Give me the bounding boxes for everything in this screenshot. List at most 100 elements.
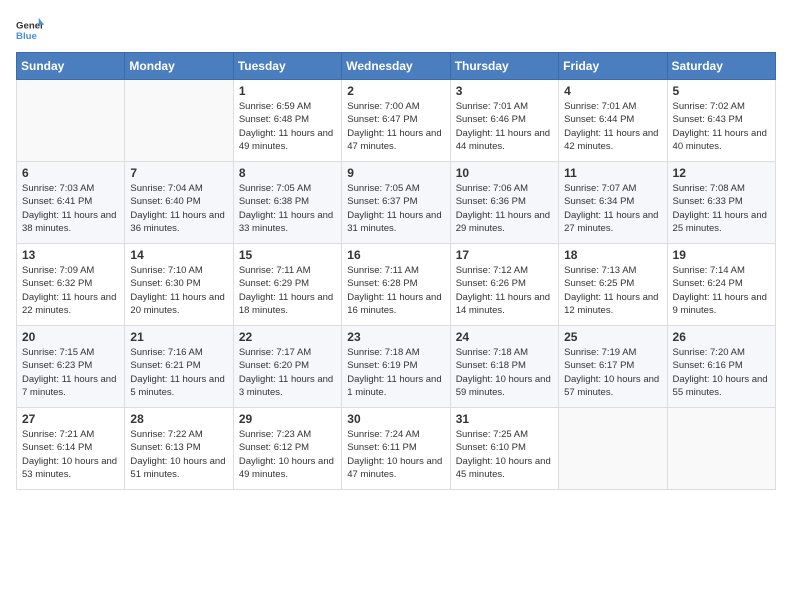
weekday-thursday: Thursday bbox=[450, 53, 558, 80]
day-info: Sunrise: 6:59 AM Sunset: 6:48 PM Dayligh… bbox=[239, 100, 336, 153]
day-info: Sunrise: 7:24 AM Sunset: 6:11 PM Dayligh… bbox=[347, 428, 444, 481]
calendar-cell: 31 Sunrise: 7:25 AM Sunset: 6:10 PM Dayli… bbox=[450, 408, 558, 490]
calendar-cell: 10 Sunrise: 7:06 AM Sunset: 6:36 PM Dayli… bbox=[450, 162, 558, 244]
weekday-friday: Friday bbox=[559, 53, 667, 80]
day-info: Sunrise: 7:01 AM Sunset: 6:44 PM Dayligh… bbox=[564, 100, 661, 153]
calendar-cell: 24 Sunrise: 7:18 AM Sunset: 6:18 PM Dayli… bbox=[450, 326, 558, 408]
day-info: Sunrise: 7:04 AM Sunset: 6:40 PM Dayligh… bbox=[130, 182, 227, 235]
day-info: Sunrise: 7:19 AM Sunset: 6:17 PM Dayligh… bbox=[564, 346, 661, 399]
calendar-week-4: 20 Sunrise: 7:15 AM Sunset: 6:23 PM Dayli… bbox=[17, 326, 776, 408]
calendar-cell: 5 Sunrise: 7:02 AM Sunset: 6:43 PM Daylig… bbox=[667, 80, 775, 162]
day-info: Sunrise: 7:03 AM Sunset: 6:41 PM Dayligh… bbox=[22, 182, 119, 235]
calendar-cell: 12 Sunrise: 7:08 AM Sunset: 6:33 PM Dayli… bbox=[667, 162, 775, 244]
calendar-cell: 15Sunrise: 7:11 AM Sunset: 6:29 PM Dayli… bbox=[233, 244, 341, 326]
day-info: Sunrise: 7:12 AM Sunset: 6:26 PM Dayligh… bbox=[456, 264, 553, 317]
day-number: 20 bbox=[22, 330, 119, 344]
page-header: General Blue bbox=[16, 16, 776, 44]
day-info: Sunrise: 7:22 AM Sunset: 6:13 PM Dayligh… bbox=[130, 428, 227, 481]
day-number: 30 bbox=[347, 412, 444, 426]
day-number: 10 bbox=[456, 166, 553, 180]
calendar-cell: 19 Sunrise: 7:14 AM Sunset: 6:24 PM Dayli… bbox=[667, 244, 775, 326]
weekday-sunday: Sunday bbox=[17, 53, 125, 80]
calendar-cell: 6 Sunrise: 7:03 AM Sunset: 6:41 PM Daylig… bbox=[17, 162, 125, 244]
day-info: Sunrise: 7:14 AM Sunset: 6:24 PM Dayligh… bbox=[673, 264, 770, 317]
calendar-cell bbox=[17, 80, 125, 162]
day-info: Sunrise: 7:16 AM Sunset: 6:21 PM Dayligh… bbox=[130, 346, 227, 399]
day-number: 15 bbox=[239, 248, 336, 262]
weekday-saturday: Saturday bbox=[667, 53, 775, 80]
calendar-cell: 29Sunrise: 7:23 AM Sunset: 6:12 PM Dayli… bbox=[233, 408, 341, 490]
day-info: Sunrise: 7:21 AM Sunset: 6:14 PM Dayligh… bbox=[22, 428, 119, 481]
day-info: Sunrise: 7:07 AM Sunset: 6:34 PM Dayligh… bbox=[564, 182, 661, 235]
calendar-cell: 8 Sunrise: 7:05 AM Sunset: 6:38 PM Daylig… bbox=[233, 162, 341, 244]
calendar-cell: 13 Sunrise: 7:09 AM Sunset: 6:32 PM Dayli… bbox=[17, 244, 125, 326]
day-info: Sunrise: 7:10 AM Sunset: 6:30 PM Dayligh… bbox=[130, 264, 227, 317]
calendar-week-1: 1 Sunrise: 6:59 AM Sunset: 6:48 PM Daylig… bbox=[17, 80, 776, 162]
calendar-cell: 18Sunrise: 7:13 AM Sunset: 6:25 PM Dayli… bbox=[559, 244, 667, 326]
day-number: 28 bbox=[130, 412, 227, 426]
calendar-cell: 23 Sunrise: 7:18 AM Sunset: 6:19 PM Dayli… bbox=[342, 326, 450, 408]
calendar-week-3: 13 Sunrise: 7:09 AM Sunset: 6:32 PM Dayli… bbox=[17, 244, 776, 326]
day-number: 8 bbox=[239, 166, 336, 180]
calendar-cell: 28 Sunrise: 7:22 AM Sunset: 6:13 PM Dayli… bbox=[125, 408, 233, 490]
day-info: Sunrise: 7:06 AM Sunset: 6:36 PM Dayligh… bbox=[456, 182, 553, 235]
calendar-cell bbox=[559, 408, 667, 490]
day-number: 6 bbox=[22, 166, 119, 180]
day-number: 5 bbox=[673, 84, 770, 98]
day-info: Sunrise: 7:05 AM Sunset: 6:37 PM Dayligh… bbox=[347, 182, 444, 235]
day-info: Sunrise: 7:02 AM Sunset: 6:43 PM Dayligh… bbox=[673, 100, 770, 153]
day-info: Sunrise: 7:18 AM Sunset: 6:19 PM Dayligh… bbox=[347, 346, 444, 399]
day-info: Sunrise: 7:17 AM Sunset: 6:20 PM Dayligh… bbox=[239, 346, 336, 399]
calendar-cell: 21 Sunrise: 7:16 AM Sunset: 6:21 PM Dayli… bbox=[125, 326, 233, 408]
calendar-body: 1 Sunrise: 6:59 AM Sunset: 6:48 PM Daylig… bbox=[17, 80, 776, 490]
calendar-cell: 4Sunrise: 7:01 AM Sunset: 6:44 PM Daylig… bbox=[559, 80, 667, 162]
calendar-table: SundayMondayTuesdayWednesdayThursdayFrid… bbox=[16, 52, 776, 490]
day-info: Sunrise: 7:11 AM Sunset: 6:28 PM Dayligh… bbox=[347, 264, 444, 317]
logo: General Blue bbox=[16, 16, 44, 44]
calendar-cell: 22 Sunrise: 7:17 AM Sunset: 6:20 PM Dayli… bbox=[233, 326, 341, 408]
day-number: 24 bbox=[456, 330, 553, 344]
calendar-cell: 25Sunrise: 7:19 AM Sunset: 6:17 PM Dayli… bbox=[559, 326, 667, 408]
day-info: Sunrise: 7:00 AM Sunset: 6:47 PM Dayligh… bbox=[347, 100, 444, 153]
day-number: 1 bbox=[239, 84, 336, 98]
calendar-cell: 2 Sunrise: 7:00 AM Sunset: 6:47 PM Daylig… bbox=[342, 80, 450, 162]
calendar-cell: 20 Sunrise: 7:15 AM Sunset: 6:23 PM Dayli… bbox=[17, 326, 125, 408]
day-number: 17 bbox=[456, 248, 553, 262]
svg-text:Blue: Blue bbox=[16, 31, 37, 42]
day-number: 11 bbox=[564, 166, 661, 180]
day-info: Sunrise: 7:15 AM Sunset: 6:23 PM Dayligh… bbox=[22, 346, 119, 399]
day-number: 12 bbox=[673, 166, 770, 180]
day-number: 18 bbox=[564, 248, 661, 262]
day-number: 3 bbox=[456, 84, 553, 98]
day-info: Sunrise: 7:01 AM Sunset: 6:46 PM Dayligh… bbox=[456, 100, 553, 153]
calendar-cell: 16Sunrise: 7:11 AM Sunset: 6:28 PM Dayli… bbox=[342, 244, 450, 326]
calendar-cell: 30 Sunrise: 7:24 AM Sunset: 6:11 PM Dayli… bbox=[342, 408, 450, 490]
day-info: Sunrise: 7:05 AM Sunset: 6:38 PM Dayligh… bbox=[239, 182, 336, 235]
calendar-cell: 27 Sunrise: 7:21 AM Sunset: 6:14 PM Dayli… bbox=[17, 408, 125, 490]
day-number: 14 bbox=[130, 248, 227, 262]
day-number: 23 bbox=[347, 330, 444, 344]
weekday-monday: Monday bbox=[125, 53, 233, 80]
day-number: 22 bbox=[239, 330, 336, 344]
day-number: 2 bbox=[347, 84, 444, 98]
calendar-cell: 17 Sunrise: 7:12 AM Sunset: 6:26 PM Dayli… bbox=[450, 244, 558, 326]
day-number: 21 bbox=[130, 330, 227, 344]
day-info: Sunrise: 7:25 AM Sunset: 6:10 PM Dayligh… bbox=[456, 428, 553, 481]
day-info: Sunrise: 7:18 AM Sunset: 6:18 PM Dayligh… bbox=[456, 346, 553, 399]
day-info: Sunrise: 7:23 AM Sunset: 6:12 PM Dayligh… bbox=[239, 428, 336, 481]
day-info: Sunrise: 7:20 AM Sunset: 6:16 PM Dayligh… bbox=[673, 346, 770, 399]
day-number: 31 bbox=[456, 412, 553, 426]
calendar-week-2: 6 Sunrise: 7:03 AM Sunset: 6:41 PM Daylig… bbox=[17, 162, 776, 244]
calendar-cell: 7Sunrise: 7:04 AM Sunset: 6:40 PM Daylig… bbox=[125, 162, 233, 244]
day-number: 27 bbox=[22, 412, 119, 426]
day-number: 9 bbox=[347, 166, 444, 180]
day-number: 19 bbox=[673, 248, 770, 262]
calendar-cell bbox=[125, 80, 233, 162]
weekday-tuesday: Tuesday bbox=[233, 53, 341, 80]
day-number: 13 bbox=[22, 248, 119, 262]
calendar-cell: 14 Sunrise: 7:10 AM Sunset: 6:30 PM Dayli… bbox=[125, 244, 233, 326]
weekday-wednesday: Wednesday bbox=[342, 53, 450, 80]
calendar-cell: 9 Sunrise: 7:05 AM Sunset: 6:37 PM Daylig… bbox=[342, 162, 450, 244]
day-info: Sunrise: 7:08 AM Sunset: 6:33 PM Dayligh… bbox=[673, 182, 770, 235]
day-info: Sunrise: 7:09 AM Sunset: 6:32 PM Dayligh… bbox=[22, 264, 119, 317]
